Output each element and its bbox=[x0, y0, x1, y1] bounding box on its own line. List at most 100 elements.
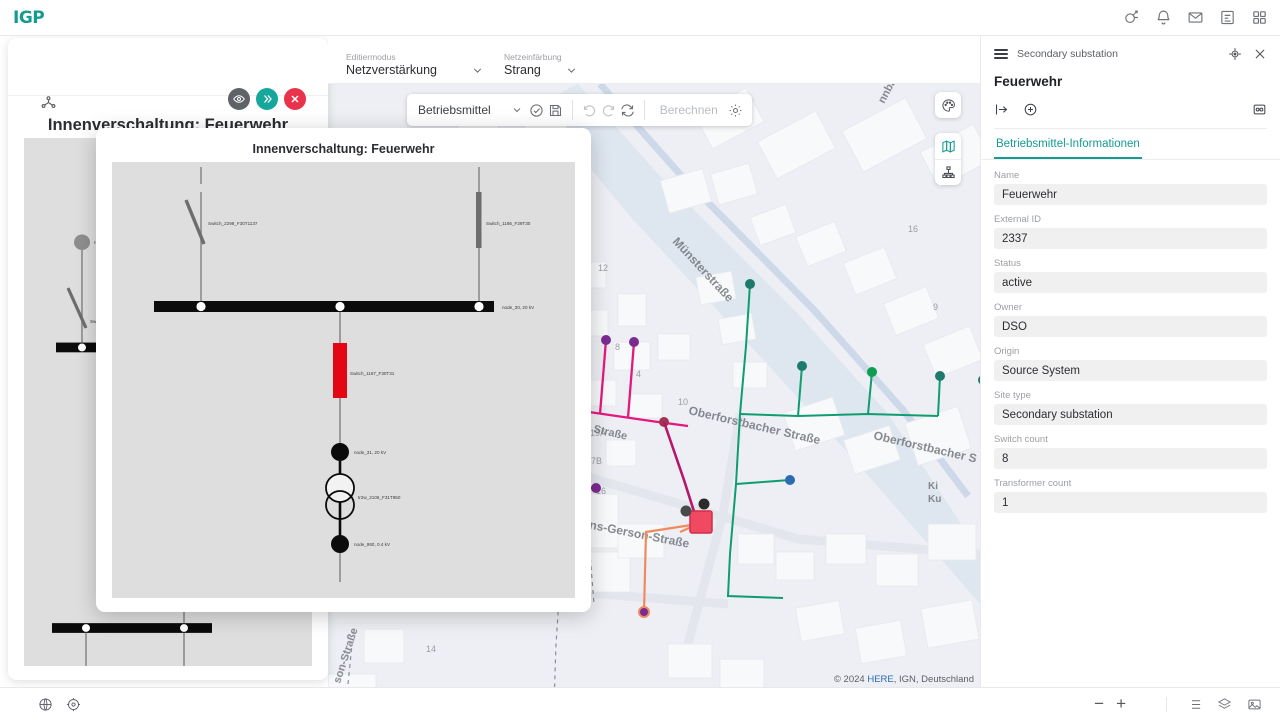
locate-target-icon[interactable] bbox=[66, 697, 81, 712]
busbar-label: node_30, 20 kV bbox=[502, 305, 535, 310]
map-toolbar: Betriebsmittel Berechnen bbox=[407, 94, 752, 126]
external-id-input[interactable]: 2337 bbox=[994, 228, 1267, 249]
jump-to-icon[interactable] bbox=[994, 102, 1009, 117]
add-circle-icon[interactable] bbox=[1023, 102, 1038, 117]
gear-icon[interactable] bbox=[726, 101, 745, 120]
edit-mode-field: Editiermodus Netzverstärkung bbox=[346, 52, 484, 77]
coloring-select[interactable]: Strang bbox=[504, 63, 578, 77]
zoom-out-button[interactable]: − bbox=[1094, 694, 1104, 714]
panel-menu-icon[interactable] bbox=[994, 49, 1008, 59]
list-icon[interactable] bbox=[1187, 697, 1202, 712]
edit-mode-select[interactable]: Netzverstärkung bbox=[346, 63, 484, 77]
dialog-title: Innenverschaltung: Feuerwehr bbox=[252, 142, 435, 156]
panel-header: Secondary substation Feuerwehr bbox=[981, 36, 1280, 129]
link-equipment-icon[interactable] bbox=[1252, 102, 1267, 117]
svg-text:Ku: Ku bbox=[928, 494, 941, 505]
zoom-in-button[interactable]: + bbox=[1116, 694, 1126, 714]
preview-button[interactable] bbox=[228, 88, 250, 110]
transformer-count-input[interactable]: 1 bbox=[994, 492, 1267, 513]
field-label: Switch count bbox=[994, 434, 1048, 445]
node-low-label: node_950, 0.4 kV bbox=[354, 542, 391, 547]
svg-text:8: 8 bbox=[615, 342, 620, 352]
field-owner: Owner DSO bbox=[994, 302, 1267, 337]
close-button[interactable] bbox=[284, 88, 306, 110]
bottom-right-tools bbox=[1166, 696, 1262, 712]
status-input[interactable]: active bbox=[994, 272, 1267, 293]
field-transformer-count: Transformer count 1 bbox=[994, 478, 1267, 513]
owner-input[interactable]: DSO bbox=[994, 316, 1267, 337]
field-label: Transformer count bbox=[994, 478, 1072, 489]
panel-header-actions bbox=[1228, 47, 1267, 61]
document-icon[interactable] bbox=[1219, 9, 1236, 26]
field-origin: Origin Source System bbox=[994, 346, 1267, 381]
switch-count-input[interactable]: 8 bbox=[994, 448, 1267, 469]
tab-equipment-information[interactable]: Betriebsmittel-Informationen bbox=[994, 129, 1142, 159]
panel-fields: Name Feuerwehr External ID 2337 Status a… bbox=[981, 160, 1280, 687]
top-bar: IGP bbox=[0, 0, 1280, 36]
app-logo[interactable]: IGP bbox=[13, 8, 45, 28]
coloring-value: Strang bbox=[504, 63, 541, 77]
internal-wiring-diagram: Switch_2298_F30T1137 Switch_1186_F29T30 … bbox=[112, 162, 575, 598]
plug-connect-icon[interactable] bbox=[1123, 9, 1140, 26]
name-input[interactable]: Feuerwehr bbox=[994, 184, 1267, 205]
field-label: Site type bbox=[994, 390, 1031, 401]
toolbar-divider bbox=[571, 100, 573, 120]
details-panel: Secondary substation Feuerwehr Betriebsm… bbox=[980, 36, 1280, 687]
svg-text:12: 12 bbox=[598, 263, 608, 273]
basemap-view-button[interactable] bbox=[935, 133, 961, 159]
background-dialog-buttons bbox=[228, 88, 306, 110]
bus-terminal-left bbox=[196, 301, 206, 312]
svg-text:4: 4 bbox=[636, 369, 641, 379]
crosshair-icon[interactable] bbox=[1228, 47, 1242, 61]
closed-switch-red bbox=[333, 343, 347, 398]
calculate-button[interactable]: Berechnen bbox=[652, 103, 726, 117]
svg-text:9: 9 bbox=[933, 302, 938, 312]
apps-grid-icon[interactable] bbox=[1251, 9, 1268, 26]
switch-red-label: Switch_1167_F30T31 bbox=[350, 371, 395, 376]
bell-icon[interactable] bbox=[1155, 9, 1172, 26]
schematic-dialog: Innenverschaltung: Feuerwehr Switch_2298… bbox=[96, 128, 591, 612]
schematic-view-button[interactable] bbox=[935, 159, 961, 185]
origin-input[interactable]: Source System bbox=[994, 360, 1267, 381]
validate-button[interactable] bbox=[527, 101, 546, 120]
map-zoom-controls: − + bbox=[1094, 694, 1134, 714]
field-label: Name bbox=[994, 170, 1020, 181]
panel-tabs: Betriebsmittel-Informationen bbox=[981, 129, 1280, 160]
edit-mode-value: Netzverstärkung bbox=[346, 63, 438, 77]
svg-text:16: 16 bbox=[908, 224, 918, 234]
mail-icon[interactable] bbox=[1187, 9, 1204, 26]
application-window: IGP 12 9 8 4 10 19A 17B 16 14 16 Münster… bbox=[0, 0, 1280, 720]
redo-button[interactable] bbox=[599, 101, 618, 120]
field-label: Owner bbox=[994, 302, 1022, 313]
field-status: Status active bbox=[994, 258, 1267, 293]
layers-icon[interactable] bbox=[1217, 697, 1232, 712]
network-node-icon bbox=[41, 96, 56, 109]
panel-entity-name: Feuerwehr bbox=[994, 74, 1063, 89]
panel-type-label: Secondary substation bbox=[1017, 48, 1118, 60]
schematic-canvas[interactable]: Switch_2298_F30T1137 Switch_1186_F29T30 … bbox=[112, 162, 575, 598]
close-icon[interactable] bbox=[1253, 47, 1267, 61]
refresh-button[interactable] bbox=[618, 101, 637, 120]
node-mid-label: node_31, 20 kV bbox=[354, 450, 387, 455]
field-name: Name Feuerwehr bbox=[994, 170, 1267, 205]
field-external-id: External ID 2337 bbox=[994, 214, 1267, 249]
save-button[interactable] bbox=[546, 101, 565, 120]
chevron-down-icon bbox=[567, 67, 575, 73]
expand-button[interactable] bbox=[256, 88, 278, 110]
panel-tool-row bbox=[994, 102, 1267, 129]
svg-text:10: 10 bbox=[678, 397, 688, 407]
palette-icon[interactable] bbox=[935, 92, 961, 118]
attribution-prefix: © 2024 bbox=[833, 674, 868, 685]
coloring-label: Netzeinfärbung bbox=[504, 52, 562, 62]
toolbar-divider-2 bbox=[643, 100, 645, 120]
bottom-left-tools bbox=[38, 697, 81, 712]
equipment-select[interactable]: Betriebsmittel bbox=[414, 103, 527, 117]
globe-icon[interactable] bbox=[38, 697, 53, 712]
undo-button[interactable] bbox=[580, 101, 599, 120]
bus-terminal-right bbox=[474, 301, 484, 312]
image-icon[interactable] bbox=[1247, 697, 1262, 712]
site-type-input[interactable]: Secondary substation bbox=[994, 404, 1267, 425]
switch-left-label: Switch_2298_F30T1137 bbox=[208, 221, 258, 226]
field-switch-count: Switch count 8 bbox=[994, 434, 1267, 469]
svg-text:14: 14 bbox=[426, 644, 436, 654]
